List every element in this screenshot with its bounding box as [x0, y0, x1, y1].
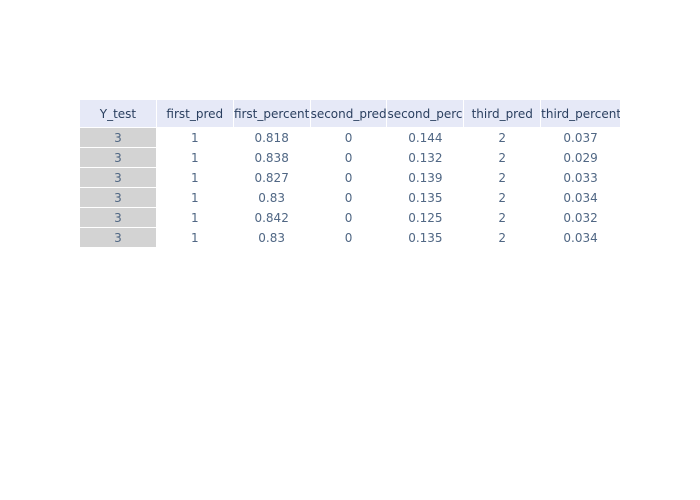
table-cell: 1	[156, 188, 234, 208]
table-cell: 0.139	[387, 168, 465, 188]
table-cell: 2	[464, 148, 542, 168]
column-header: second_pred	[310, 100, 388, 128]
table-cell: 0.144	[387, 128, 465, 148]
table-body: 3 1 0.818 0 0.144 2 0.037 3 1 0.838 0 0.132 2 0.029 3 1…	[80, 128, 621, 248]
table-row: 3 1 0.818 0 0.144 2 0.037	[80, 128, 621, 148]
table-cell: 0.818	[233, 128, 311, 148]
table-cell: 3	[80, 148, 157, 168]
column-header: second_percent	[387, 100, 465, 128]
table-cell: 0.827	[233, 168, 311, 188]
table-cell: 3	[80, 128, 157, 148]
table-cell: 0.132	[387, 148, 465, 168]
table-cell: 0.033	[541, 168, 621, 188]
column-header: third_percent	[541, 100, 621, 128]
column-header: first_pred	[156, 100, 234, 128]
table-cell: 0.842	[233, 208, 311, 228]
table-row: 3 1 0.842 0 0.125 2 0.032	[80, 208, 621, 228]
table-cell: 0	[310, 188, 388, 208]
table-cell: 0	[310, 168, 388, 188]
table-cell: 0.032	[541, 208, 621, 228]
table-row: 3 1 0.83 0 0.135 2 0.034	[80, 188, 621, 208]
table-cell: 2	[464, 188, 542, 208]
table-cell: 3	[80, 228, 157, 248]
table-cell: 0	[310, 148, 388, 168]
table-cell: 2	[464, 208, 542, 228]
table-cell: 0.029	[541, 148, 621, 168]
table-cell: 1	[156, 168, 234, 188]
table-cell: 0	[310, 128, 388, 148]
table-cell: 3	[80, 208, 157, 228]
table-row: 3 1 0.83 0 0.135 2 0.034	[80, 228, 621, 248]
table-cell: 2	[464, 128, 542, 148]
column-header: first_percent	[233, 100, 311, 128]
table-cell: 0.135	[387, 188, 465, 208]
table-cell: 2	[464, 168, 542, 188]
table-cell: 3	[80, 168, 157, 188]
column-header: third_pred	[464, 100, 542, 128]
table-cell: 0.034	[541, 228, 621, 248]
table-cell: 0.135	[387, 228, 465, 248]
table-cell: 1	[156, 128, 234, 148]
table-row: 3 1 0.827 0 0.139 2 0.033	[80, 168, 621, 188]
data-table: Y_test first_pred first_percent second_pred…	[80, 100, 621, 248]
table-cell: 1	[156, 148, 234, 168]
table-cell: 1	[156, 208, 234, 228]
table-row: 3 1 0.838 0 0.132 2 0.029	[80, 148, 621, 168]
table-cell: 2	[464, 228, 542, 248]
table-cell: 0	[310, 228, 388, 248]
column-header: Y_test	[80, 100, 157, 128]
table-header-row: Y_test first_pred first_percent second_pred…	[80, 100, 621, 128]
table-cell: 0	[310, 208, 388, 228]
table-cell: 0.034	[541, 188, 621, 208]
table-cell: 0.838	[233, 148, 311, 168]
plot-area: Y_test first_pred first_percent second_pred…	[0, 0, 700, 500]
table-cell: 0.125	[387, 208, 465, 228]
table-cell: 3	[80, 188, 157, 208]
table-cell: 0.83	[233, 228, 311, 248]
table-cell: 1	[156, 228, 234, 248]
table-cell: 0.037	[541, 128, 621, 148]
table-cell: 0.83	[233, 188, 311, 208]
